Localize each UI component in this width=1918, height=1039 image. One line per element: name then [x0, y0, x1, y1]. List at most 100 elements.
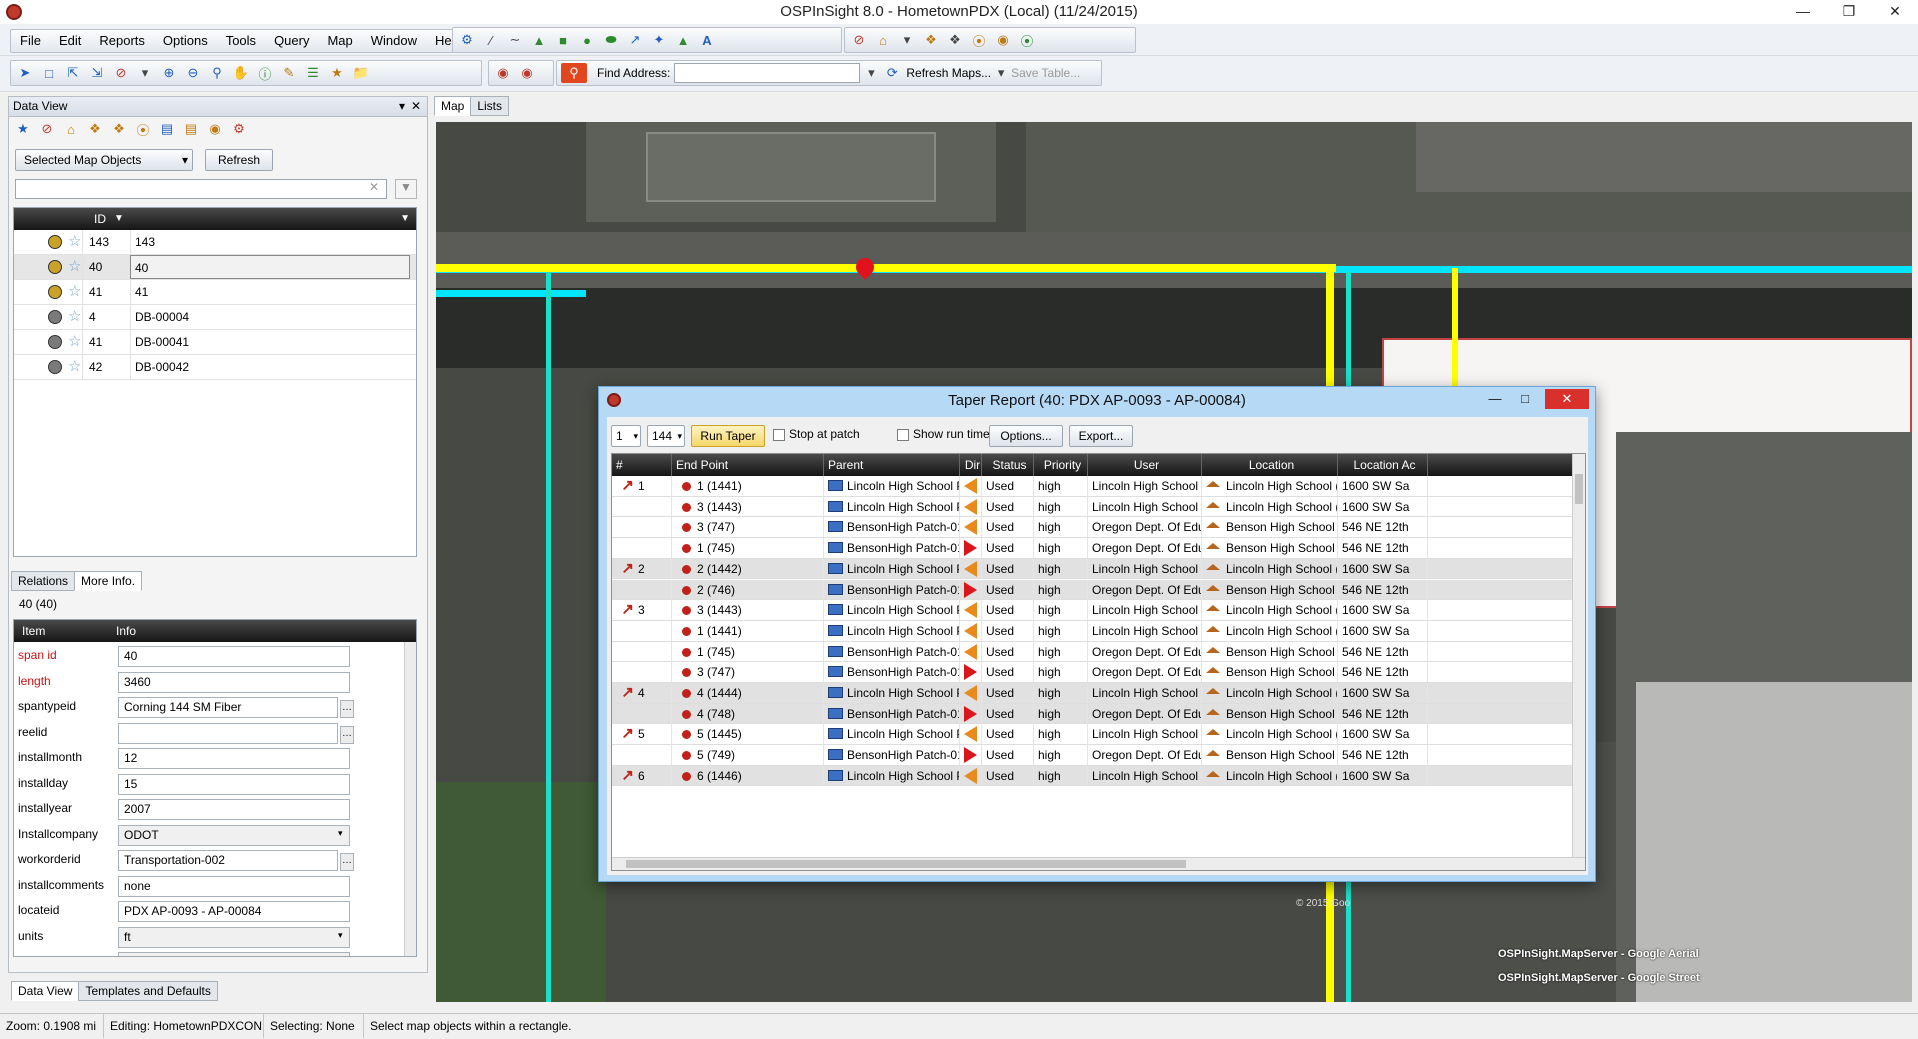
browse-ellipsis-button[interactable]: …	[340, 725, 354, 744]
taper-row[interactable]: ↗ 1 1 (1441) Lincoln High School Patch Used h…	[612, 476, 1572, 497]
vertical-scroll-thumb[interactable]	[1575, 474, 1583, 504]
property-value-field[interactable]: 40	[118, 646, 350, 667]
taper-row[interactable]: ↗ 4 4 (1444) Lincoln High School Patch Used h…	[612, 683, 1572, 704]
pedestal-icon[interactable]: ⦿	[969, 30, 989, 50]
star-outline-icon[interactable]: ☆	[68, 305, 81, 329]
start-fiber-select[interactable]: 1 ▾	[611, 425, 641, 447]
search-icon[interactable]: ⚲	[561, 63, 587, 83]
taper-row[interactable]: 3 (747) BensonHigh Patch-01 (13) Used high O…	[612, 662, 1572, 683]
folder-icon[interactable]: 📁	[351, 63, 371, 83]
column-header[interactable]: User	[1088, 454, 1202, 476]
tab-more-info[interactable]: More Info.	[74, 571, 143, 591]
property-value-field[interactable]: 12	[118, 748, 350, 769]
taper-row[interactable]: ↗ 6 6 (1446) Lincoln High School Patch Used h…	[612, 765, 1572, 787]
export-button[interactable]: Export...	[1069, 425, 1133, 447]
pole-icon[interactable]: ⦿	[1017, 30, 1037, 50]
draw-line-icon[interactable]: ∕	[481, 30, 501, 50]
dialog-minimize-icon[interactable]: —	[1481, 389, 1509, 409]
taper-row[interactable]: 1 (745) BensonHigh Patch-01 (13) Used high O…	[612, 641, 1572, 663]
patch-filter-icon[interactable]: ▤	[157, 119, 177, 139]
property-value-field[interactable]: none	[118, 875, 350, 897]
zoom-extent-icon[interactable]: ⚲	[207, 63, 227, 83]
info-icon[interactable]: ⓘ	[255, 63, 275, 83]
menu-options[interactable]: Options	[154, 30, 217, 52]
end-fiber-select[interactable]: 144 ▾	[647, 425, 685, 447]
property-value-field[interactable]: ODOT	[118, 824, 350, 846]
pan-hand-icon[interactable]: ✋	[231, 63, 251, 83]
tab-relations[interactable]: Relations	[11, 571, 76, 591]
taper-row[interactable]: 3 (747) BensonHigh Patch-01 (13) Used high O…	[612, 517, 1572, 539]
selected-span-yellow[interactable]	[436, 264, 1336, 272]
column-header[interactable]: Location Ac	[1338, 454, 1428, 476]
address-dropdown-icon[interactable]: ▾	[864, 63, 878, 83]
properties-scrollbar[interactable]	[404, 642, 416, 956]
vault-filter-icon[interactable]: ❖	[109, 119, 129, 139]
menu-window[interactable]: Window	[362, 30, 426, 52]
id-grid-row[interactable]: ☆ 143 143	[14, 230, 416, 255]
draw-ellipse-icon[interactable]: ⬬	[601, 30, 621, 50]
horizontal-scroll-thumb[interactable]	[626, 860, 1186, 868]
draw-circle-icon[interactable]: ●	[577, 30, 597, 50]
zoom-in-icon[interactable]: ⊕	[159, 63, 179, 83]
star-outline-icon[interactable]: ☆	[68, 280, 81, 304]
property-value-field[interactable]: Corning 144 SM Fiber	[118, 697, 338, 718]
taper-row[interactable]: 4 (748) BensonHigh Patch-01 (13) Used high O…	[612, 703, 1572, 725]
filter-input[interactable]	[15, 179, 387, 199]
no-entry-icon[interactable]: ⊘	[849, 30, 869, 50]
property-value-field[interactable]: ft	[118, 926, 350, 948]
zoom-out-icon[interactable]: ⊖	[183, 63, 203, 83]
property-value-field[interactable]: PDX AP-0093 - AP-00084	[118, 901, 350, 922]
clear-filter-icon[interactable]: ✕	[369, 180, 379, 194]
select-feature-icon[interactable]: ⚙	[457, 30, 477, 50]
restore-icon[interactable]: ❐	[1826, 0, 1872, 24]
star-outline-icon[interactable]: ☆	[68, 330, 81, 354]
minimize-icon[interactable]: —	[1780, 0, 1826, 24]
property-value-field[interactable]: ODOT	[118, 952, 350, 956]
find-address-input[interactable]	[674, 63, 861, 83]
taper-row[interactable]: 5 (749) BensonHigh Patch-01 (13) Used high O…	[612, 745, 1572, 766]
dialog-maximize-icon[interactable]: □	[1511, 389, 1539, 409]
record-icon[interactable]: ◉	[493, 63, 513, 83]
save-table-button[interactable]: Save Table...	[1011, 66, 1080, 80]
star-outline-icon[interactable]: ☆	[68, 255, 81, 279]
taper-vertical-scrollbar[interactable]	[1572, 454, 1585, 858]
draw-rectangle-icon[interactable]: ■	[553, 30, 573, 50]
column-header[interactable]: #	[612, 454, 672, 476]
show-run-time-checkbox[interactable]	[897, 429, 909, 441]
options-button[interactable]: Options...	[989, 425, 1063, 447]
id-grid-row[interactable]: ☆ 41 41	[14, 280, 416, 305]
tab-templates-defaults[interactable]: Templates and Defaults	[78, 981, 218, 1001]
splice-icon[interactable]: ❖	[921, 30, 941, 50]
handhole-icon[interactable]: ◉	[993, 30, 1013, 50]
fill-shape-icon[interactable]: ▲	[673, 30, 693, 50]
favorite-star-icon[interactable]: ★	[13, 119, 33, 139]
pane-dropdown-icon[interactable]: ▾	[399, 97, 405, 116]
select-add-icon[interactable]: ⇱	[63, 63, 83, 83]
filter-stop-icon[interactable]: ⊘	[37, 119, 57, 139]
browse-ellipsis-button[interactable]: …	[340, 853, 354, 871]
column-filter-icon[interactable]: ▼	[114, 208, 124, 230]
id-grid-row[interactable]: ☆ 4 DB-00004	[14, 305, 416, 330]
column-header[interactable]: Priority	[1034, 454, 1088, 476]
bookmark-icon[interactable]: ★	[327, 63, 347, 83]
splice-filter-icon[interactable]: ❖	[85, 119, 105, 139]
taper-row[interactable]: 3 (1443) Lincoln High School Patch Used hig…	[612, 496, 1572, 518]
refresh-icon[interactable]: ⟳	[882, 63, 902, 83]
user-filter-icon[interactable]: ⚙	[229, 119, 249, 139]
menu-tools[interactable]: Tools	[217, 30, 265, 52]
taper-row[interactable]: ↗ 3 3 (1443) Lincoln High School Patch Used h…	[612, 600, 1572, 621]
cable-filter-icon[interactable]: ▤	[181, 119, 201, 139]
select-remove-icon[interactable]: ⇲	[87, 63, 107, 83]
clear-selection-icon[interactable]: ⊘	[111, 63, 131, 83]
refresh-maps-button[interactable]: Refresh Maps...	[906, 66, 991, 80]
dropdown-icon[interactable]: ▾	[897, 30, 917, 50]
tab-lists[interactable]: Lists	[470, 96, 510, 116]
add-text-icon[interactable]: A	[697, 30, 717, 50]
draw-freehand-icon[interactable]: ↗	[625, 30, 645, 50]
tab-map[interactable]: Map	[434, 96, 472, 116]
menu-query[interactable]: Query	[265, 30, 318, 52]
select-rectangle-icon[interactable]: □	[39, 63, 59, 83]
edit-vertices-icon[interactable]: ✦	[649, 30, 669, 50]
pane-close-icon[interactable]: ✕	[411, 97, 421, 116]
column-header[interactable]: Location	[1202, 454, 1338, 476]
